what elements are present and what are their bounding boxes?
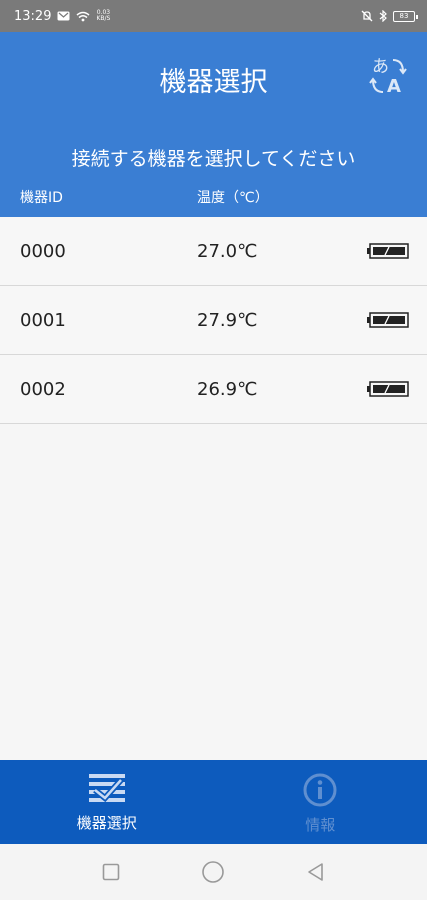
net-speed-unit: KB/S: [96, 15, 111, 22]
column-header-temperature: 温度（℃）: [197, 190, 269, 206]
column-header-id: 機器ID: [20, 190, 63, 206]
status-bar: 13:29 0.03 KB/S 83: [0, 0, 427, 32]
alarm-off-icon: [361, 10, 373, 22]
net-speed: 0.03 KB/S: [96, 10, 110, 22]
tab-device-select[interactable]: 機器選択: [0, 760, 214, 844]
tab-info[interactable]: 情報: [214, 760, 427, 844]
device-temperature: 27.9℃: [197, 309, 258, 331]
recent-apps-button[interactable]: [91, 852, 131, 892]
home-button[interactable]: [193, 852, 233, 892]
device-row[interactable]: 0002 26.9℃: [0, 355, 427, 424]
svg-text:A: A: [387, 76, 401, 97]
device-id: 0001: [20, 309, 66, 331]
battery-icon: [367, 243, 409, 259]
device-row[interactable]: 0000 27.0℃: [0, 217, 427, 286]
status-time: 13:29: [14, 8, 52, 24]
system-nav-bar: [0, 844, 427, 900]
back-button[interactable]: [296, 852, 336, 892]
triangle-back-icon: [308, 863, 323, 881]
svg-text:あ: あ: [372, 57, 389, 77]
info-icon: [303, 773, 337, 807]
device-list: 0000 27.0℃ 0001 27.9℃ 0002 26.9℃: [0, 217, 427, 424]
device-id: 0002: [20, 378, 66, 400]
translate-button[interactable]: あ A: [369, 52, 409, 98]
device-id: 0000: [20, 240, 66, 262]
device-temperature: 26.9℃: [197, 378, 258, 400]
device-temperature: 27.0℃: [197, 240, 258, 262]
device-row[interactable]: 0001 27.9℃: [0, 286, 427, 355]
square-icon: [102, 863, 120, 881]
translate-icon: あ A: [369, 57, 407, 97]
tab-label: 情報: [305, 816, 336, 834]
battery-icon: [367, 381, 409, 397]
tab-label: 機器選択: [76, 814, 137, 832]
notification-icon: [57, 11, 70, 21]
wifi-icon: [76, 11, 90, 22]
bottom-tab-bar: 機器選択 情報: [0, 760, 427, 844]
device-select-icon: [88, 774, 125, 803]
header: 機器選択 あ A 接続する機器を選択してください 機器ID 温度（℃）: [0, 32, 427, 217]
bluetooth-icon: [379, 10, 387, 22]
circle-icon: [202, 861, 225, 883]
battery-status-icon: 83: [393, 10, 418, 22]
battery-level: 83: [399, 12, 409, 20]
page-title: 機器選択: [159, 67, 268, 98]
battery-icon: [367, 312, 409, 328]
instruction-text: 接続する機器を選択してください: [71, 148, 356, 170]
